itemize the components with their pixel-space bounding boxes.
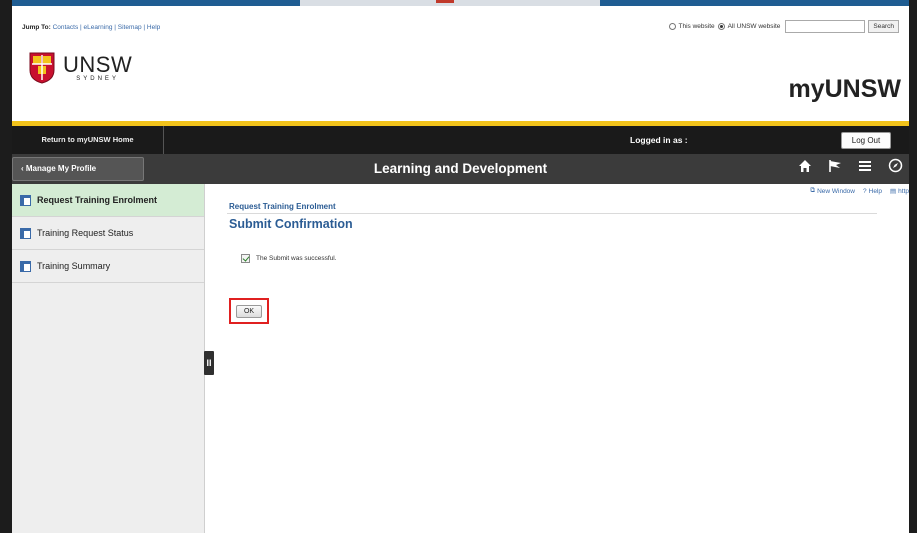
help-icon: ?: [863, 187, 867, 195]
sidebar-item-label: Training Summary: [37, 261, 111, 271]
compass-icon[interactable]: [888, 154, 903, 184]
radio-all-unsw[interactable]: [717, 23, 725, 30]
radio-this-website[interactable]: [668, 23, 676, 30]
site-search: This website All UNSW website Search: [668, 20, 899, 33]
success-message: The Submit was successful.: [241, 254, 337, 263]
logo-main-text: UNSW: [63, 52, 133, 77]
pause-icon: II: [206, 358, 212, 368]
breadcrumb: Request Training Enrolment: [229, 202, 336, 211]
menu-icon[interactable]: [858, 154, 872, 184]
jump-links[interactable]: Contacts | eLearning | Sitemap | Help: [53, 24, 161, 31]
page-icon: [20, 194, 31, 206]
window-frame-marker: [436, 0, 454, 3]
main-content: ⧉ New Window ? Help ▤ http Request Train…: [217, 184, 909, 533]
return-home-link[interactable]: Return to myUNSW Home: [12, 126, 164, 154]
checkmark-icon: [241, 254, 250, 263]
page-title: Submit Confirmation: [229, 217, 353, 231]
sidebar-item-label: Request Training Enrolment: [37, 195, 158, 205]
site-title: myUNSW: [788, 75, 901, 103]
page-icon: [20, 227, 31, 239]
back-label: Manage My Profile: [25, 164, 97, 173]
sidebar-item-training-request-status[interactable]: Training Request Status: [12, 217, 204, 250]
logo-wordmark: UNSW SYDNEY: [63, 52, 133, 83]
ok-button[interactable]: OK: [236, 305, 262, 318]
sidebar-item-label: Training Request Status: [37, 228, 134, 238]
top-bar: Return to myUNSW Home Logged in as : Log…: [12, 126, 909, 154]
radio-this-website-label: This website: [678, 23, 715, 30]
radio-all-unsw-label: All UNSW website: [727, 23, 781, 30]
page: Jump To: Contacts | eLearning | Sitemap …: [12, 6, 909, 533]
sidebar-item-training-summary[interactable]: Training Summary: [12, 250, 204, 283]
new-window-link[interactable]: ⧉ New Window: [810, 187, 855, 195]
nav-bar: ‹ Manage My Profile Learning and Develop…: [12, 154, 909, 184]
collapse-sidebar-button[interactable]: II: [204, 351, 214, 375]
ok-button-highlight: OK: [229, 298, 269, 324]
success-message-text: The Submit was successful.: [256, 255, 337, 262]
sidebar: Request Training Enrolment Training Requ…: [12, 184, 205, 533]
new-window-icon: ⧉: [810, 187, 816, 194]
home-icon[interactable]: [798, 154, 812, 184]
logged-in-label: Logged in as :: [630, 135, 688, 145]
page-heading: Learning and Development: [373, 161, 548, 176]
search-input[interactable]: [785, 20, 866, 33]
unsw-crest-icon: [29, 52, 55, 84]
sidebar-item-request-training-enrolment[interactable]: Request Training Enrolment: [12, 184, 204, 217]
page-tools: ⧉ New Window ? Help ▤ http: [810, 187, 909, 195]
flag-icon[interactable]: [828, 154, 842, 184]
http-link[interactable]: ▤ http: [890, 187, 909, 196]
logout-button[interactable]: Log Out: [841, 132, 891, 149]
search-button[interactable]: Search: [868, 20, 899, 33]
nav-icons: [798, 154, 903, 184]
jump-to-links: Jump To: Contacts | eLearning | Sitemap …: [22, 24, 160, 31]
top-strip: Jump To: Contacts | eLearning | Sitemap …: [12, 6, 909, 42]
manage-profile-back-button[interactable]: ‹ Manage My Profile: [12, 157, 144, 181]
window-frame-left: [0, 0, 12, 533]
help-label: Help: [868, 187, 882, 195]
new-window-label: New Window: [817, 187, 855, 195]
document-icon: ▤: [890, 188, 897, 195]
jump-to-label: Jump To:: [22, 24, 51, 31]
help-link[interactable]: ? Help: [863, 187, 882, 195]
page-icon: [20, 260, 31, 272]
unsw-logo[interactable]: UNSW SYDNEY: [29, 52, 132, 84]
window-frame-right: [909, 0, 917, 533]
divider: [227, 213, 877, 214]
http-label: http: [898, 187, 909, 195]
